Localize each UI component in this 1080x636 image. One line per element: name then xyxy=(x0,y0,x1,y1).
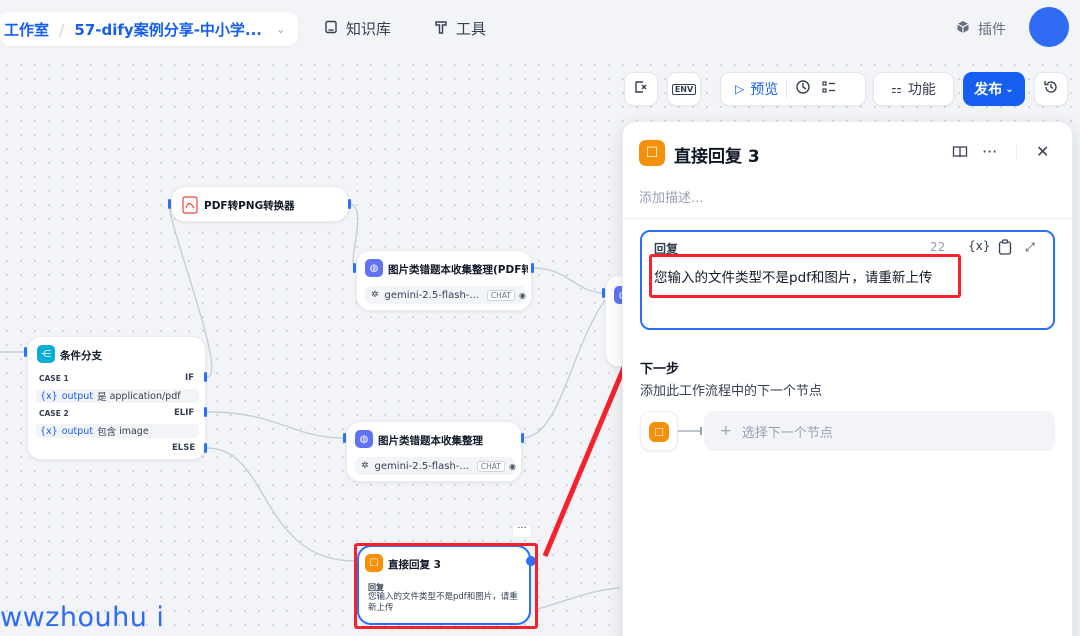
features-icon: ⚏ xyxy=(891,82,902,96)
close-icon[interactable]: ✕ xyxy=(1036,142,1049,161)
divider xyxy=(1016,145,1017,159)
next-connector xyxy=(678,427,702,435)
char-count: 22 xyxy=(930,240,946,254)
plus-icon: + xyxy=(720,423,732,439)
current-node-chip: ☐ xyxy=(640,411,678,451)
env-button[interactable]: ENV xyxy=(667,72,701,106)
divider xyxy=(786,80,788,98)
env-label: ENV xyxy=(671,83,697,95)
reply-icon: ☐ xyxy=(649,422,669,442)
publish-button[interactable]: 发布 ⌄ xyxy=(963,72,1025,106)
watermark: wwzhouhu i xyxy=(0,602,165,633)
features-label: 功能 xyxy=(907,82,936,98)
divider xyxy=(623,218,1072,219)
preview-label: 预览 xyxy=(750,82,779,98)
preview-button[interactable]: ▷ 预览 xyxy=(735,79,778,99)
list-icon[interactable] xyxy=(821,79,837,99)
expand-icon[interactable]: ⤢ xyxy=(1025,240,1035,255)
run-history-icon[interactable] xyxy=(795,79,811,99)
publish-label: 发布 xyxy=(974,82,1003,98)
next-step-title: 下一步 xyxy=(640,362,680,377)
play-icon: ▷ xyxy=(735,82,745,96)
highlight-box-text xyxy=(649,254,961,298)
chevron-down-icon: ⌄ xyxy=(1005,83,1014,95)
history-icon xyxy=(1043,79,1059,99)
checklist-button[interactable] xyxy=(624,72,658,106)
select-next-label: 选择下一个节点 xyxy=(741,425,833,441)
insert-variable-button[interactable]: {x} xyxy=(968,239,990,253)
book-open-icon[interactable] xyxy=(952,144,968,164)
more-icon[interactable]: ··· xyxy=(982,142,997,161)
reply-icon: ☐ xyxy=(639,140,665,166)
panel-title[interactable]: 直接回复 3 xyxy=(674,142,760,167)
preview-group: ▷ 预览 xyxy=(720,72,866,106)
clipboard-icon[interactable] xyxy=(998,239,1012,259)
next-step-description: 添加此工作流程中的下一个节点 xyxy=(640,384,823,399)
select-next-node-button[interactable]: + 选择下一个节点 xyxy=(704,411,1055,451)
version-history-button[interactable] xyxy=(1034,72,1068,106)
features-button[interactable]: ⚏ 功能 xyxy=(873,72,954,106)
checklist-icon xyxy=(633,80,649,98)
description-input[interactable]: 添加描述... xyxy=(639,187,703,206)
